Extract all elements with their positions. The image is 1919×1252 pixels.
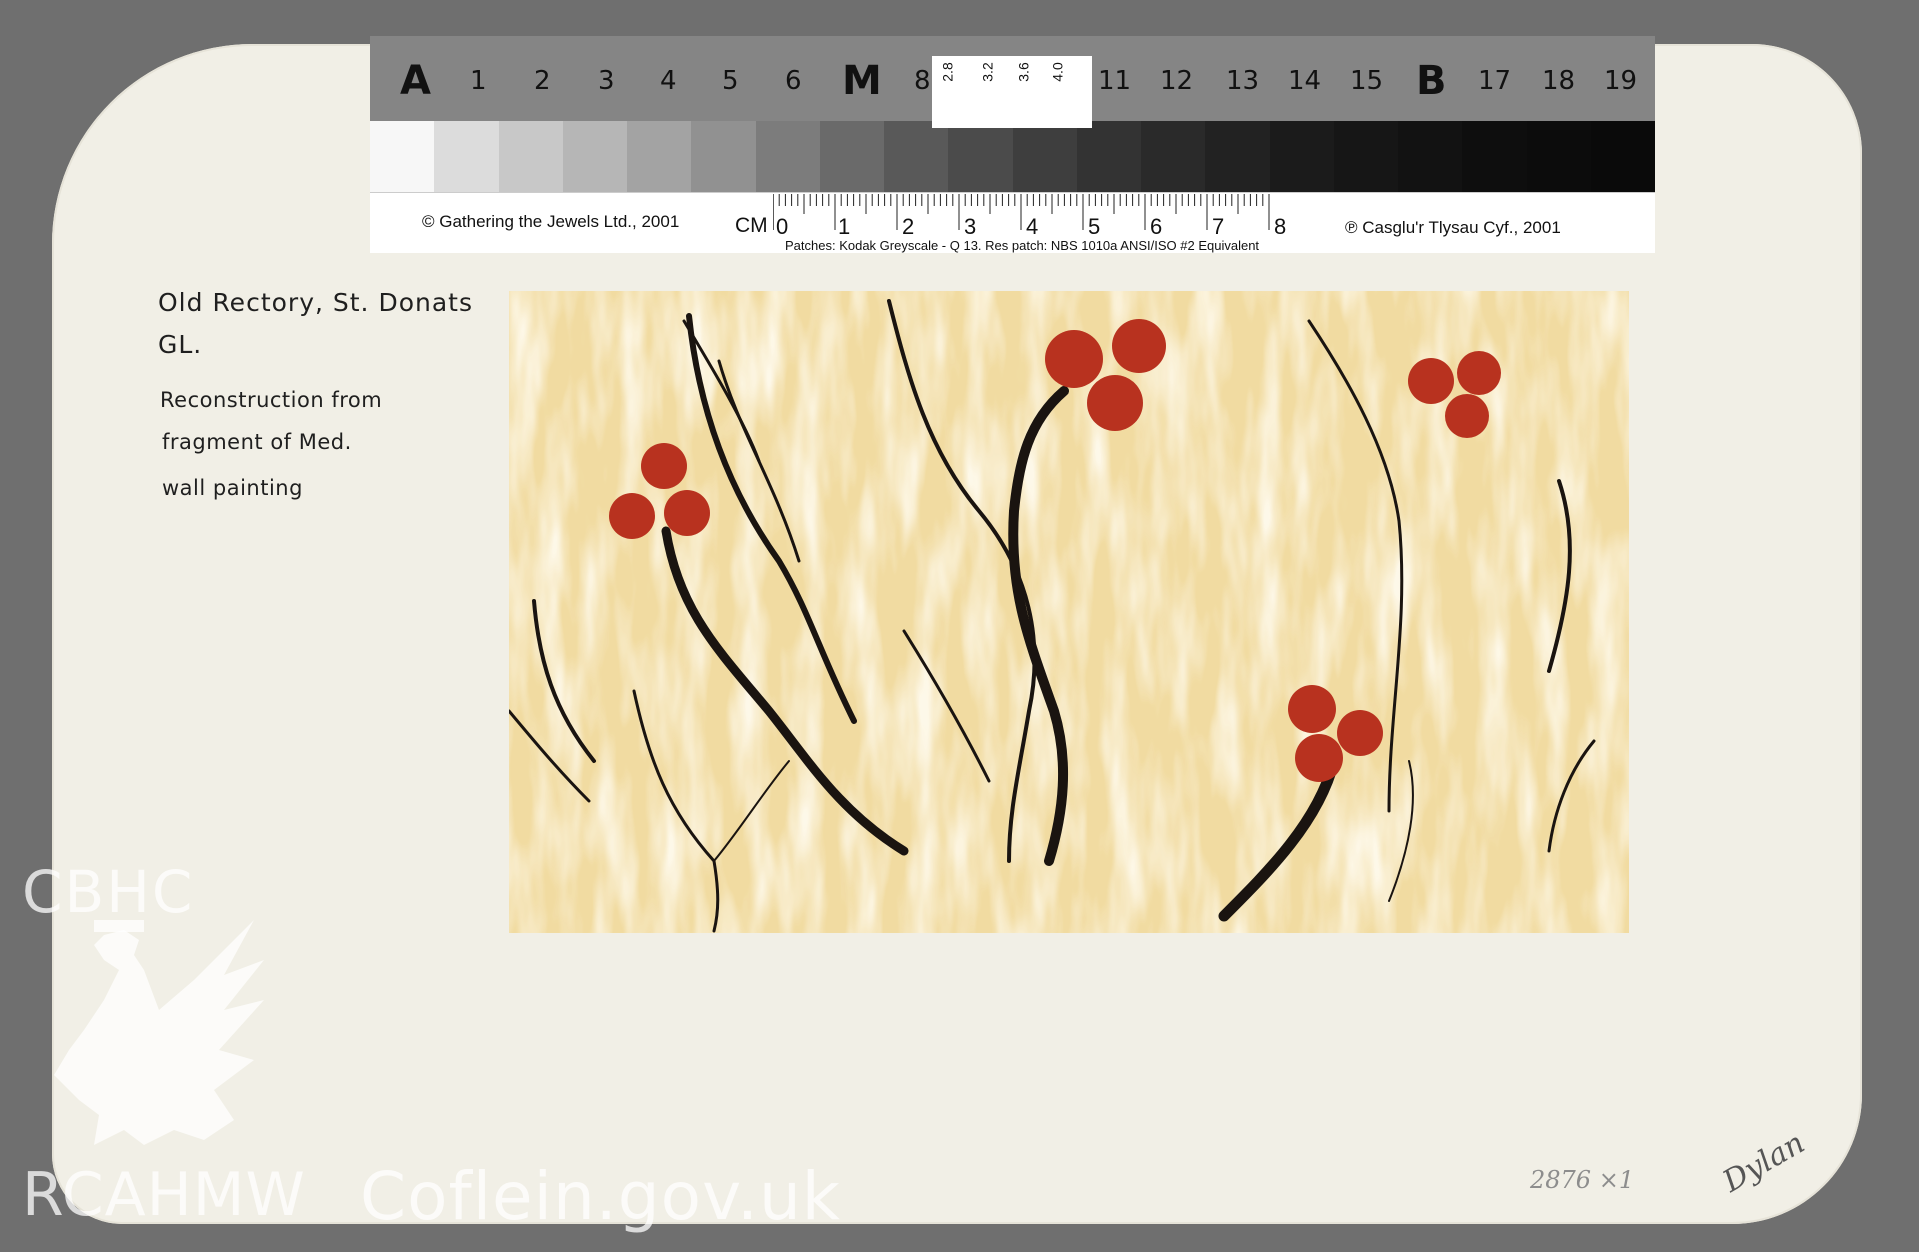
target-label: 2 <box>534 66 551 96</box>
card-desc-line: fragment of Med. <box>162 430 352 454</box>
target-label: 5 <box>722 66 739 96</box>
copyright-right: ℗ Casglu'r Tlysau Cyf., 2001 <box>1345 218 1561 237</box>
card-desc-line: Reconstruction from <box>160 388 383 412</box>
target-label: 19 <box>1604 66 1638 96</box>
res-label: 3.2 <box>979 62 996 82</box>
cm-number: 0 <box>776 214 789 239</box>
cm-label: CM <box>735 214 768 237</box>
copyright-left: © Gathering the Jewels Ltd., 2001 <box>422 212 680 231</box>
target-label: A <box>400 58 431 104</box>
card-desc-line: wall painting <box>162 476 303 500</box>
card-title: Old Rectory, St. Donats <box>158 288 473 317</box>
coflein-watermark: Coflein.gov.uk <box>360 1158 842 1235</box>
target-label: 13 <box>1226 66 1260 96</box>
target-label: 17 <box>1478 66 1512 96</box>
cm-number: 7 <box>1212 214 1225 239</box>
res-label: 4.0 <box>1049 62 1066 82</box>
wall-painting-image <box>509 291 1629 933</box>
painting-svg <box>509 291 1629 933</box>
target-label: 18 <box>1542 66 1576 96</box>
target-label: B <box>1416 58 1447 104</box>
cm-number: 8 <box>1274 214 1287 239</box>
resolution-patch: 2.8 3.2 3.6 4.0 <box>932 56 1092 128</box>
res-label: 3.6 <box>1015 62 1032 82</box>
cm-number: 4 <box>1026 214 1039 239</box>
target-label: 12 <box>1160 66 1194 96</box>
target-label: 14 <box>1288 66 1322 96</box>
target-label: 15 <box>1350 66 1384 96</box>
welsh-dragon-icon <box>54 920 264 1145</box>
res-label: 2.8 <box>939 62 956 82</box>
patches-note: Patches: Kodak Greyscale - Q 13. Res pat… <box>785 238 1260 253</box>
target-label: 4 <box>660 66 677 96</box>
target-label: M <box>842 58 882 104</box>
target-label: 8 <box>914 66 931 96</box>
target-label: 11 <box>1098 66 1132 96</box>
cm-number: 5 <box>1088 214 1101 239</box>
reference-number: 2876 ×1 <box>1530 1166 1635 1194</box>
target-label: 6 <box>785 66 802 96</box>
cm-number: 6 <box>1150 214 1163 239</box>
cm-number: 3 <box>964 214 977 239</box>
target-label: 1 <box>470 66 487 96</box>
card-county: GL. <box>158 330 203 359</box>
cm-number: 2 <box>902 214 915 239</box>
target-label: 3 <box>598 66 615 96</box>
rcahmw-watermark: RCAHMW <box>22 1160 306 1230</box>
cm-number: 1 <box>838 214 851 239</box>
greyscale-target: 2.8 3.2 3.6 4.0 A 1 2 3 4 5 6 M 8 11 12 … <box>370 36 1655 276</box>
